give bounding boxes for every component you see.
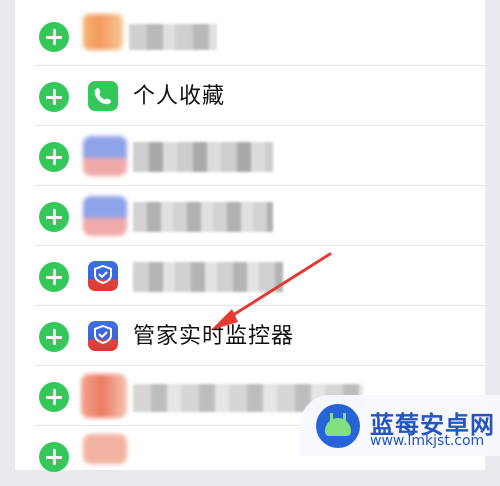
add-widget-button[interactable] xyxy=(39,382,69,412)
list-item[interactable]: 个人收藏 xyxy=(15,66,485,126)
list-item[interactable]: 管家实时监控器 xyxy=(15,306,485,366)
android-logo-icon xyxy=(316,404,360,448)
blurred-app-icon xyxy=(83,434,127,464)
add-widget-button[interactable] xyxy=(39,142,69,172)
watermark-url: www.lmkjst.com xyxy=(370,433,485,449)
add-widget-button[interactable] xyxy=(39,22,69,52)
add-widget-button[interactable] xyxy=(39,442,69,472)
add-widget-button[interactable] xyxy=(39,262,69,292)
list-item[interactable] xyxy=(15,126,485,186)
list-item[interactable] xyxy=(15,186,485,246)
blurred-app-icon xyxy=(83,196,127,236)
blurred-app-icon xyxy=(83,136,127,176)
shield-app-icon xyxy=(88,261,118,291)
row-label: 管家实时监控器 xyxy=(133,324,295,349)
add-widget-button[interactable] xyxy=(39,202,69,232)
blurred-app-name xyxy=(133,202,273,232)
site-watermark: 蓝莓安卓网 www.lmkjst.com xyxy=(300,395,500,456)
row-label: 个人收藏 xyxy=(133,84,226,109)
blurred-app-name xyxy=(133,142,273,172)
blurred-app-name xyxy=(133,262,283,292)
phone-icon xyxy=(88,81,118,111)
add-widget-button[interactable] xyxy=(39,82,69,112)
list-item[interactable] xyxy=(15,6,485,66)
blurred-app-icon xyxy=(81,374,127,418)
add-widget-button[interactable] xyxy=(39,322,69,352)
blurred-app-icon xyxy=(83,14,123,50)
shield-app-icon xyxy=(88,321,118,351)
blurred-app-name xyxy=(129,24,217,50)
list-item[interactable] xyxy=(15,246,485,306)
